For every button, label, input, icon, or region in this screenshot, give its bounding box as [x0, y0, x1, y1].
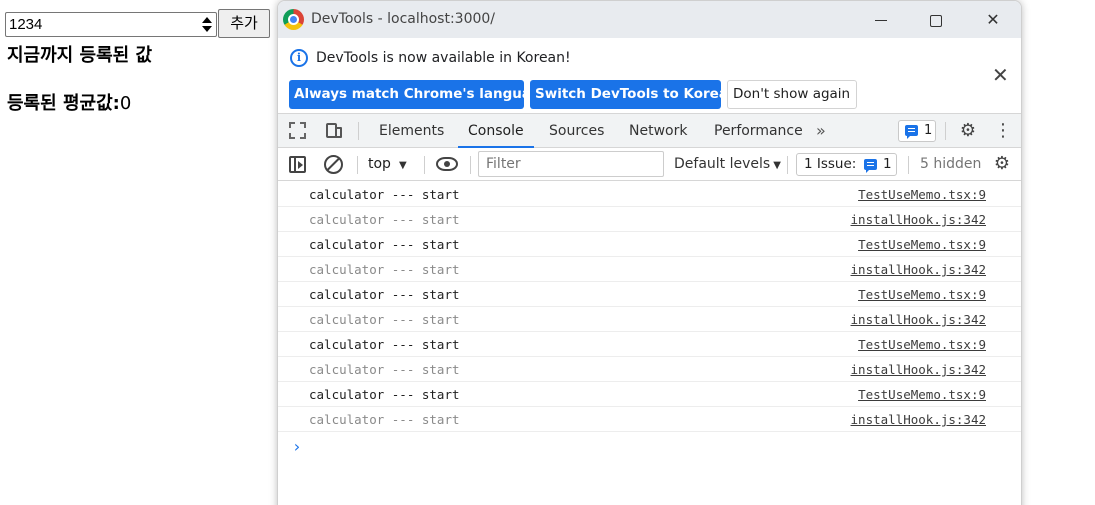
maximize-button[interactable]	[916, 7, 956, 33]
context-selector[interactable]: top ▼	[368, 154, 407, 175]
console-prompt-icon: ›	[292, 437, 302, 456]
console-log-row: calculator --- start TestUseMemo.tsx:9	[278, 282, 1021, 307]
message-icon	[905, 125, 918, 139]
issues-label: 1 Issue:	[804, 156, 857, 172]
add-button[interactable]: 추가	[218, 9, 270, 38]
toolbar-divider	[424, 156, 425, 174]
toolbar-divider	[357, 156, 358, 174]
console-log-row: calculator --- start TestUseMemo.tsx:9	[278, 182, 1021, 207]
console-log-message: calculator --- start	[309, 187, 460, 202]
console-output: calculator --- start TestUseMemo.tsx:9 cal…	[278, 182, 1021, 457]
console-log-message: calculator --- start	[309, 362, 460, 377]
console-log-row: calculator --- start TestUseMemo.tsx:9	[278, 232, 1021, 257]
issues-badge-count: 1	[924, 123, 933, 138]
infobar-message: DevTools is now available in Korean!	[316, 50, 571, 66]
dont-show-again-button[interactable]: Don't show again	[727, 80, 857, 109]
console-log-source-link[interactable]: installHook.js:342	[851, 312, 986, 327]
match-language-button[interactable]: Always match Chrome's language	[289, 80, 550, 109]
console-log-source-link[interactable]: installHook.js:342	[851, 362, 986, 377]
language-infobar: i DevTools is now available in Korean! ✕…	[278, 38, 1021, 114]
console-log-row: calculator --- start TestUseMemo.tsx:9	[278, 382, 1021, 407]
hidden-messages-count[interactable]: 5 hidden	[920, 154, 981, 175]
console-log-source-link[interactable]: TestUseMemo.tsx:9	[858, 337, 986, 352]
clear-console-icon[interactable]	[324, 155, 343, 174]
console-log-message: calculator --- start	[309, 237, 460, 252]
more-options-icon[interactable]: ⋮	[994, 120, 1012, 142]
toolbar-divider	[908, 156, 909, 174]
toolbar-divider	[358, 122, 359, 140]
console-log-row: calculator --- start installHook.js:342	[278, 307, 1021, 332]
average-label: 등록된 평균값:	[7, 93, 120, 114]
maximize-icon	[930, 14, 942, 27]
issues-badge[interactable]: 1	[898, 120, 936, 142]
console-toolbar: top ▼ Filter Default levels ▼ 1 Issue: 1 5…	[278, 148, 1021, 181]
devtools-window: DevTools - localhost:3000/ ✕ i DevTools …	[277, 0, 1022, 505]
console-log-message: calculator --- start	[309, 287, 460, 302]
tab-console[interactable]: Console	[458, 114, 534, 148]
caret-down-icon: ▼	[773, 160, 781, 171]
minimize-button[interactable]	[861, 7, 901, 33]
average-line: 등록된 평균값:0	[7, 89, 131, 115]
console-log-source-link[interactable]: TestUseMemo.tsx:9	[858, 187, 986, 202]
console-log-row: calculator --- start installHook.js:342	[278, 357, 1021, 382]
toolbar-divider	[470, 156, 471, 174]
number-input[interactable]: 1234	[5, 12, 217, 37]
tab-network[interactable]: Network	[629, 114, 687, 148]
tab-performance[interactable]: Performance	[714, 114, 803, 148]
infobar-close-icon[interactable]: ✕	[992, 65, 1009, 85]
console-log-message: calculator --- start	[309, 337, 460, 352]
switch-to-korean-button[interactable]: Switch DevTools to Korean	[530, 80, 738, 109]
console-log-source-link[interactable]: TestUseMemo.tsx:9	[858, 387, 986, 402]
message-icon	[864, 159, 877, 173]
registered-values-heading: 지금까지 등록된 값	[7, 45, 153, 66]
live-expression-eye-icon[interactable]	[436, 157, 458, 171]
toolbar-divider	[945, 122, 946, 140]
settings-gear-icon[interactable]: ⚙	[958, 121, 978, 141]
console-sidebar-icon[interactable]	[289, 156, 306, 173]
console-settings-gear-icon[interactable]: ⚙	[992, 154, 1012, 174]
average-value: 0	[119, 93, 132, 114]
console-log-message: calculator --- start	[309, 412, 460, 427]
info-icon: i	[290, 49, 308, 67]
console-prompt-row[interactable]: ›	[278, 432, 1021, 457]
issues-count: 1	[883, 156, 892, 172]
tab-elements[interactable]: Elements	[379, 114, 444, 148]
device-toolbar-icon[interactable]	[324, 121, 344, 141]
console-log-source-link[interactable]: installHook.js:342	[851, 212, 986, 227]
minimize-icon	[875, 20, 887, 21]
spinner-down-icon[interactable]	[202, 26, 212, 32]
console-log-message: calculator --- start	[309, 387, 460, 402]
chrome-logo-icon	[283, 9, 304, 30]
window-title: DevTools - localhost:3000/	[311, 11, 496, 27]
close-window-button[interactable]: ✕	[973, 7, 1013, 33]
console-log-message: calculator --- start	[309, 262, 460, 277]
caret-down-icon: ▼	[398, 160, 407, 171]
log-levels-dropdown[interactable]: Default levels ▼	[674, 154, 781, 176]
number-spinner[interactable]	[200, 16, 214, 34]
console-log-row: calculator --- start installHook.js:342	[278, 257, 1021, 282]
number-input-value: 1234	[9, 16, 43, 33]
tab-sources[interactable]: Sources	[549, 114, 604, 148]
console-log-message: calculator --- start	[309, 312, 460, 327]
console-filter-input[interactable]: Filter	[478, 151, 664, 177]
devtools-tabbar: Elements Console Sources Network Perform…	[278, 114, 1021, 148]
console-log-message: calculator --- start	[309, 212, 460, 227]
inspect-element-icon[interactable]	[289, 122, 306, 139]
console-log-source-link[interactable]: installHook.js:342	[851, 262, 986, 277]
spinner-up-icon[interactable]	[202, 17, 212, 23]
console-log-row: calculator --- start TestUseMemo.tsx:9	[278, 332, 1021, 357]
window-titlebar[interactable]: DevTools - localhost:3000/ ✕	[278, 1, 1021, 38]
console-log-source-link[interactable]: installHook.js:342	[851, 412, 986, 427]
context-value: top	[368, 156, 391, 172]
console-log-row: calculator --- start installHook.js:342	[278, 207, 1021, 232]
toolbar-divider	[787, 156, 788, 174]
console-log-source-link[interactable]: TestUseMemo.tsx:9	[858, 237, 986, 252]
log-levels-label: Default levels	[674, 156, 771, 172]
issues-button[interactable]: 1 Issue: 1	[796, 153, 897, 176]
console-log-row: calculator --- start installHook.js:342	[278, 407, 1021, 432]
more-tabs-icon[interactable]: »	[816, 114, 826, 148]
host-page: 1234 추가 지금까지 등록된 값 등록된 평균값:0	[0, 0, 280, 505]
console-log-source-link[interactable]: TestUseMemo.tsx:9	[858, 287, 986, 302]
